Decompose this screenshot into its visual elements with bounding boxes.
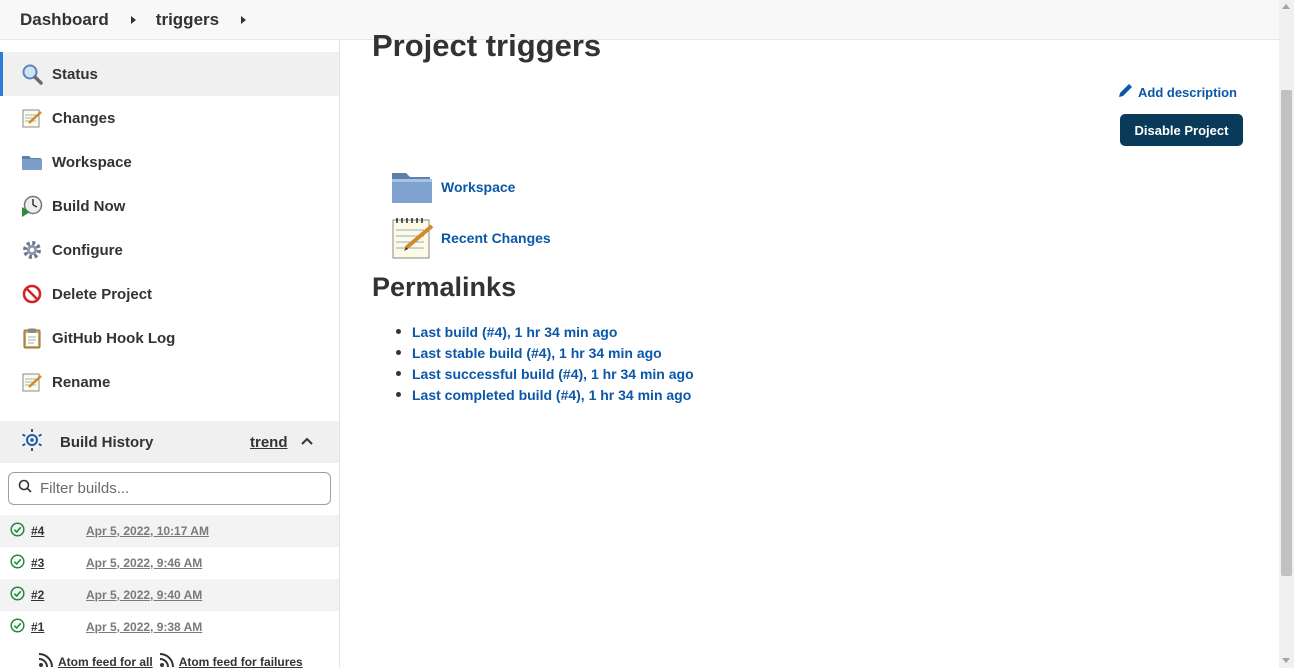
permalinks-title: Permalinks — [372, 272, 517, 302]
permalink-last-build[interactable]: Last build (#4), 1 hr 34 min ago — [396, 321, 694, 342]
notepad-icon — [390, 216, 434, 260]
search-icon — [18, 479, 32, 498]
sidebar-item-label: Delete Project — [52, 285, 153, 303]
trend-link[interactable]: trend — [250, 434, 288, 451]
recent-changes-link-label: Recent Changes — [441, 230, 551, 246]
build-row: #3 Apr 5, 2022, 9:46 AM — [0, 547, 339, 579]
sidebar-item-label: Configure — [52, 241, 123, 259]
page-title: Project triggers — [372, 28, 602, 63]
atom-feed-all-label: Atom feed for all — [58, 654, 153, 669]
sidebar-item-delete-project[interactable]: Delete Project — [0, 272, 339, 316]
sidebar-item-workspace[interactable]: Workspace — [0, 140, 339, 184]
breadcrumb-chevron-icon[interactable] — [130, 15, 136, 24]
filter-builds-field[interactable] — [8, 472, 331, 505]
disable-project-button[interactable]: Disable Project — [1120, 114, 1243, 146]
sidebar-item-build-now[interactable]: Build Now — [0, 184, 339, 228]
atom-feed-all-link[interactable]: Atom feed for all — [38, 652, 153, 671]
folder-icon — [20, 150, 44, 174]
feed-links: Atom feed for all Atom feed for failures — [38, 652, 309, 671]
scrollbar-thumb[interactable] — [1281, 90, 1292, 576]
build-list: #4 Apr 5, 2022, 10:17 AM #3 Apr 5, 2022,… — [0, 515, 339, 643]
add-description-link[interactable]: Add description — [1117, 82, 1237, 102]
no-entry-icon — [20, 282, 44, 306]
sidebar-item-changes[interactable]: Changes — [0, 96, 339, 140]
build-date-link[interactable]: Apr 5, 2022, 9:38 AM — [86, 620, 202, 634]
sidebar-item-label: GitHub Hook Log — [52, 329, 176, 347]
breadcrumb-project[interactable]: triggers — [156, 10, 219, 30]
sidebar-item-configure[interactable]: Configure — [0, 228, 339, 272]
build-date-link[interactable]: Apr 5, 2022, 9:40 AM — [86, 588, 202, 602]
sidebar-item-github-hook-log[interactable]: GitHub Hook Log — [0, 316, 339, 360]
success-check-icon — [10, 522, 25, 540]
folder-icon — [390, 165, 434, 209]
scroll-down-arrow-icon[interactable] — [1282, 658, 1290, 663]
sidebar-item-status[interactable]: Status — [0, 52, 339, 96]
atom-feed-failures-label: Atom feed for failures — [178, 654, 303, 669]
sidebar-item-label: Build Now — [52, 197, 126, 215]
add-description-label: Add description — [1138, 84, 1237, 100]
success-check-icon — [10, 618, 25, 636]
clipboard-icon — [20, 326, 44, 350]
gear-icon — [20, 238, 44, 262]
filter-builds-input[interactable] — [38, 479, 318, 498]
build-date-link[interactable]: Apr 5, 2022, 10:17 AM — [86, 524, 209, 538]
sidebar-item-label: Status — [52, 65, 98, 83]
sidebar-item-rename[interactable]: Rename — [0, 360, 339, 404]
build-row: #1 Apr 5, 2022, 9:38 AM — [0, 611, 339, 643]
sidebar-item-label: Rename — [52, 373, 111, 391]
scroll-up-arrow-icon[interactable] — [1282, 4, 1290, 9]
sidebar-item-label: Workspace — [52, 153, 132, 171]
pencil-icon — [1117, 82, 1134, 102]
chevron-up-icon[interactable] — [300, 434, 314, 451]
notepad-icon — [20, 370, 44, 394]
notepad-icon — [20, 106, 44, 130]
build-row: #2 Apr 5, 2022, 9:40 AM — [0, 579, 339, 611]
build-date-link[interactable]: Apr 5, 2022, 9:46 AM — [86, 556, 202, 570]
build-number-link[interactable]: #4 — [31, 524, 86, 538]
rss-icon — [38, 652, 54, 671]
rss-icon — [159, 652, 175, 671]
success-check-icon — [10, 554, 25, 572]
success-check-icon — [10, 586, 25, 604]
atom-feed-failures-link[interactable]: Atom feed for failures — [159, 652, 303, 671]
sidebar-item-label: Changes — [52, 109, 116, 127]
permalinks-list: Last build (#4), 1 hr 34 min ago Last st… — [396, 321, 694, 405]
build-number-link[interactable]: #3 — [31, 556, 86, 570]
breadcrumb: Dashboard triggers — [0, 0, 1279, 40]
build-row: #4 Apr 5, 2022, 10:17 AM — [0, 515, 339, 547]
build-history-icon — [20, 428, 44, 456]
build-history-title: Build History — [60, 433, 154, 451]
workspace-link[interactable]: Workspace — [390, 165, 515, 209]
recent-changes-link[interactable]: Recent Changes — [390, 216, 551, 260]
breadcrumb-chevron-icon[interactable] — [241, 15, 247, 24]
build-number-link[interactable]: #1 — [31, 620, 86, 634]
clock-play-icon — [20, 194, 44, 218]
build-history-header: Build History trend — [0, 421, 339, 463]
permalink-last-successful-build[interactable]: Last successful build (#4), 1 hr 34 min … — [396, 363, 694, 384]
breadcrumb-dashboard[interactable]: Dashboard — [20, 10, 109, 30]
permalink-last-completed-build[interactable]: Last completed build (#4), 1 hr 34 min a… — [396, 384, 694, 405]
sidebar: Status Changes Workspace Build Now Confi… — [0, 40, 340, 671]
search-icon — [20, 62, 44, 86]
permalink-last-stable-build[interactable]: Last stable build (#4), 1 hr 34 min ago — [396, 342, 694, 363]
build-number-link[interactable]: #2 — [31, 588, 86, 602]
workspace-link-label: Workspace — [441, 179, 516, 195]
